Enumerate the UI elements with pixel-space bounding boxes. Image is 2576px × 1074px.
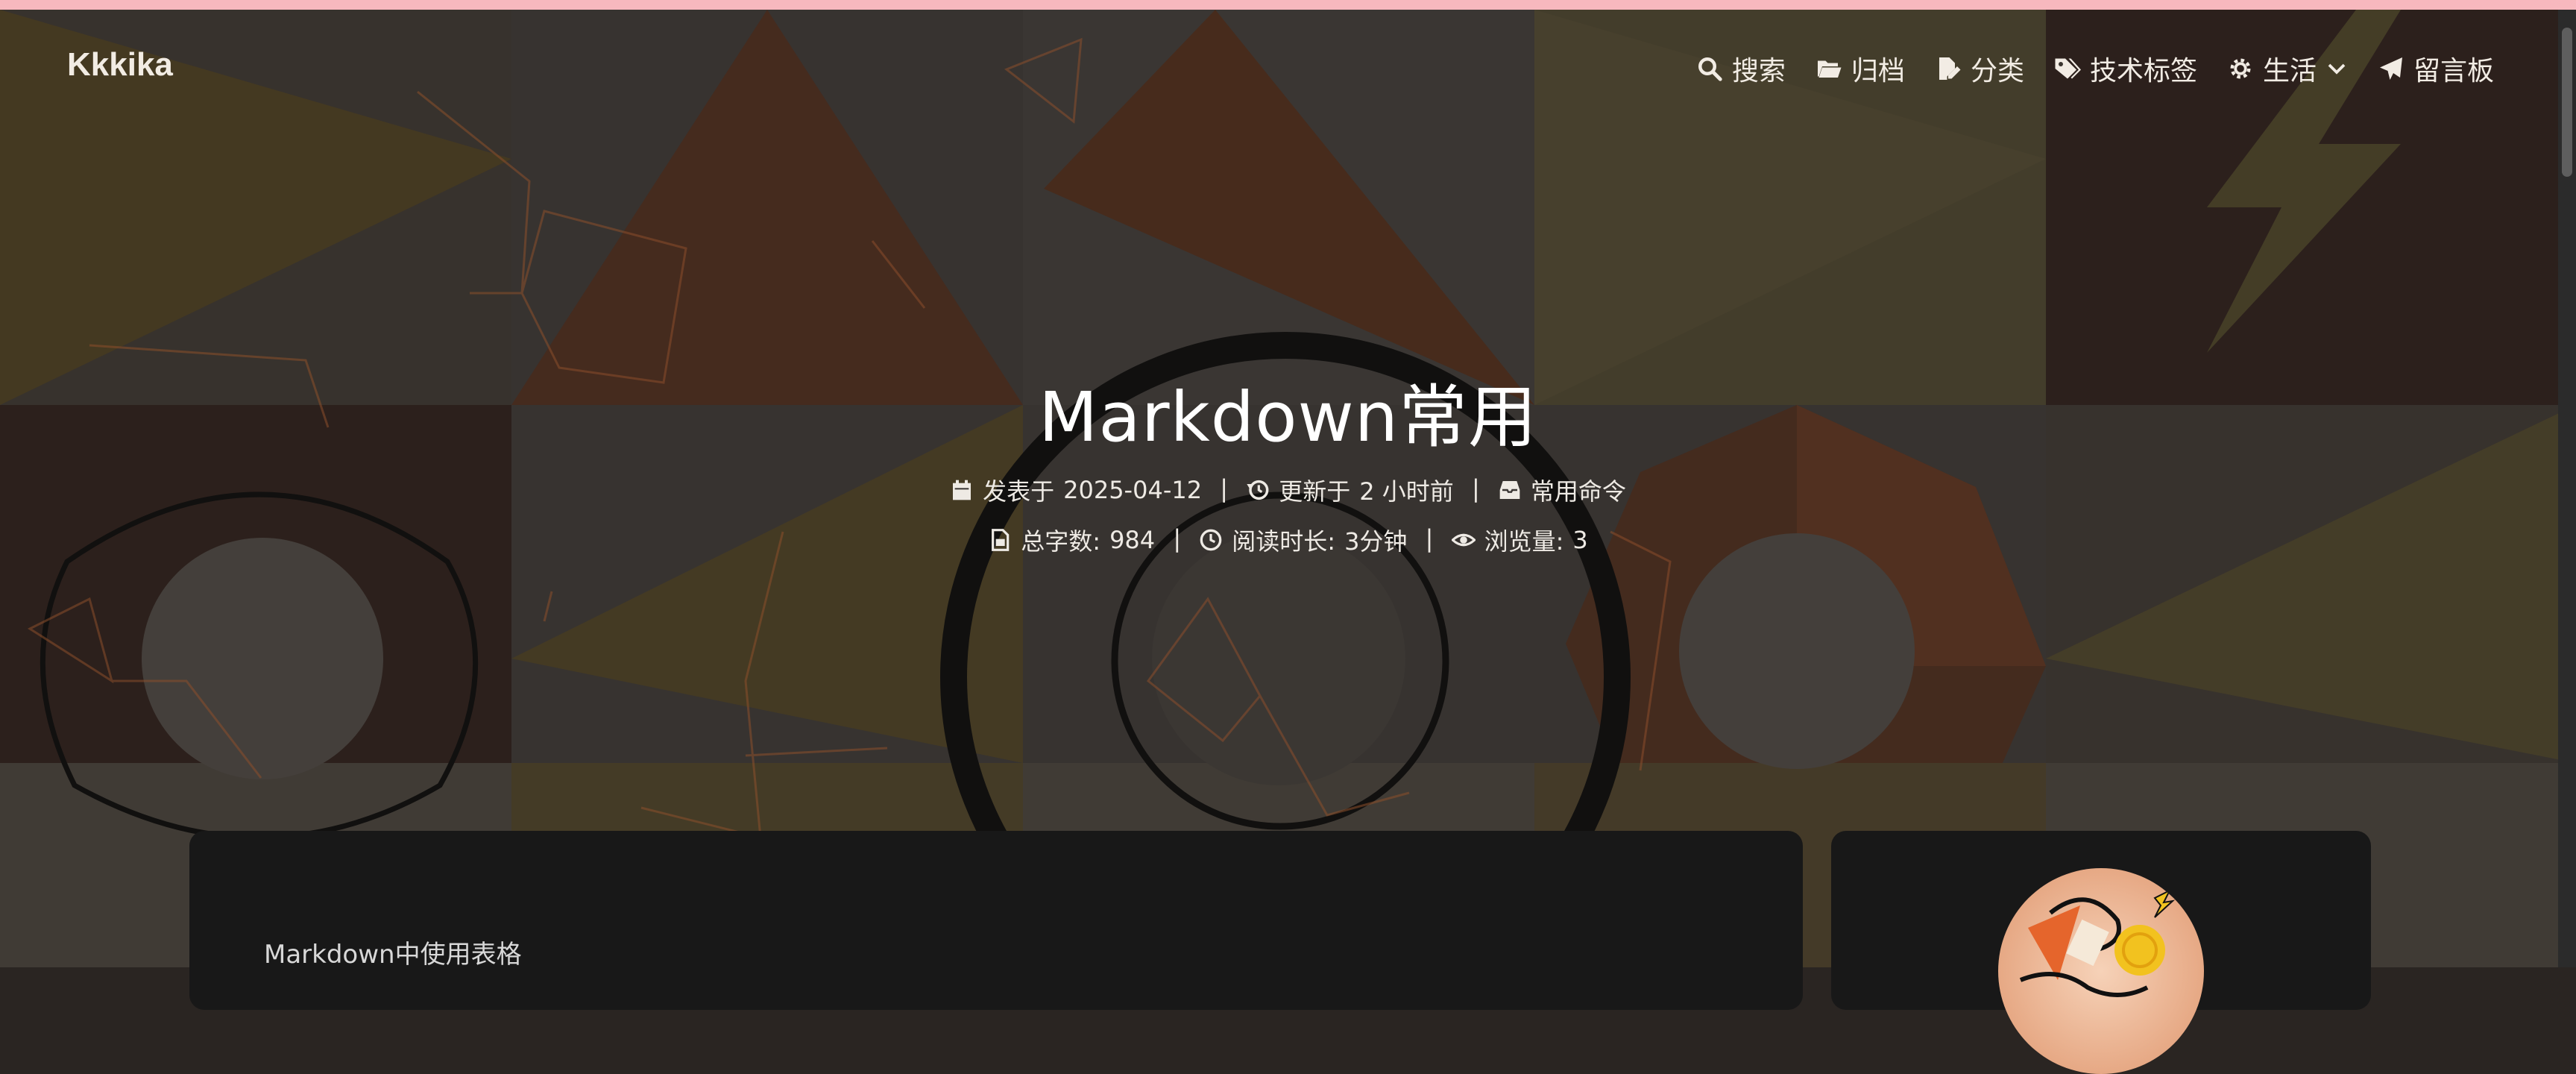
published-label: 发表于 [983, 477, 1055, 506]
readtime-value: 3分钟 [1344, 527, 1408, 556]
wordcount-meta: 总字数: 984 [988, 523, 1155, 557]
updated-meta: 更新于 2 小时前 [1246, 473, 1454, 507]
nav-guestbook-label: 留言板 [2413, 56, 2494, 87]
category-link[interactable]: 常用命令 [1531, 473, 1626, 507]
views-value: 3 [1572, 526, 1588, 554]
folder-open-icon [1817, 60, 1842, 78]
wordcount-value: 984 [1109, 526, 1156, 554]
views-meta: 浏览量: 3 [1451, 523, 1588, 557]
nav-tags-label: 技术标签 [2089, 56, 2197, 87]
meta-separator: | [1471, 474, 1480, 503]
author-card [1831, 831, 2371, 1074]
file-word-icon [992, 529, 1010, 551]
readtime-label: 阅读时长: [1232, 527, 1336, 556]
nav-archive[interactable]: 归档 [1816, 49, 1905, 88]
updated-value: 2 小时前 [1359, 477, 1454, 506]
eye-icon [1451, 533, 1476, 547]
views-label: 浏览量: [1484, 527, 1564, 556]
nav-search[interactable]: 搜索 [1696, 49, 1786, 88]
post-title: Markdown常用 [1038, 377, 1538, 457]
avatar[interactable] [1998, 868, 2204, 1074]
nav-tags[interactable]: 技术标签 [2054, 49, 2197, 88]
readtime-meta: 阅读时长: 3分钟 [1199, 523, 1407, 557]
nav-life-label: 生活 [2262, 56, 2317, 87]
file-pen-icon [1939, 57, 1961, 80]
meta-separator: | [1173, 524, 1182, 553]
site-brand[interactable]: Kkkika [67, 46, 173, 84]
post-content-card: Markdown中使用表格 [189, 831, 1803, 1010]
paper-plane-icon [2379, 57, 2402, 80]
avatar-image [1998, 868, 2204, 1074]
wordcount-label: 总字数: [1021, 527, 1101, 556]
post-meta-secondary: 总字数: 984 | 阅读时长: 3分钟 | 浏览量: 3 [0, 523, 2576, 557]
chevron-down-icon [2328, 63, 2346, 75]
updated-label: 更新于 [1279, 477, 1351, 506]
calendar-icon [953, 480, 971, 500]
content-heading: Markdown中使用表格 [264, 940, 522, 970]
nav-search-label: 搜索 [1731, 56, 1786, 87]
nav-life-dropdown[interactable]: 生活 [2227, 49, 2348, 88]
scrollbar-thumb[interactable] [2562, 28, 2572, 177]
page-scrollbar[interactable] [2558, 10, 2576, 967]
meta-separator: | [1425, 524, 1434, 553]
top-accent-bar [0, 0, 2576, 10]
published-date: 2025-04-12 [1063, 476, 1203, 504]
inbox-icon [1499, 481, 1520, 499]
post-meta-primary: 发表于 2025-04-12 | 更新于 2 小时前 | 常用命令 [0, 473, 2576, 507]
nav-archive-label: 归档 [1851, 56, 1905, 87]
published-meta: 发表于 2025-04-12 [950, 473, 1202, 507]
main-nav: 搜索 归档 分类 技术标签 生活 留言板 [1696, 49, 2494, 88]
nav-guestbook[interactable]: 留言板 [2378, 49, 2494, 88]
nav-category[interactable]: 分类 [1935, 49, 2024, 88]
meta-separator: | [1220, 474, 1229, 503]
category-meta[interactable]: 常用命令 [1498, 473, 1626, 507]
search-icon [1698, 57, 1722, 81]
history-icon [1247, 480, 1269, 500]
tags-icon [2055, 58, 2081, 79]
gear-icon [2230, 58, 2251, 79]
nav-category-label: 分类 [1970, 56, 2024, 87]
clock-icon [1200, 529, 1222, 551]
